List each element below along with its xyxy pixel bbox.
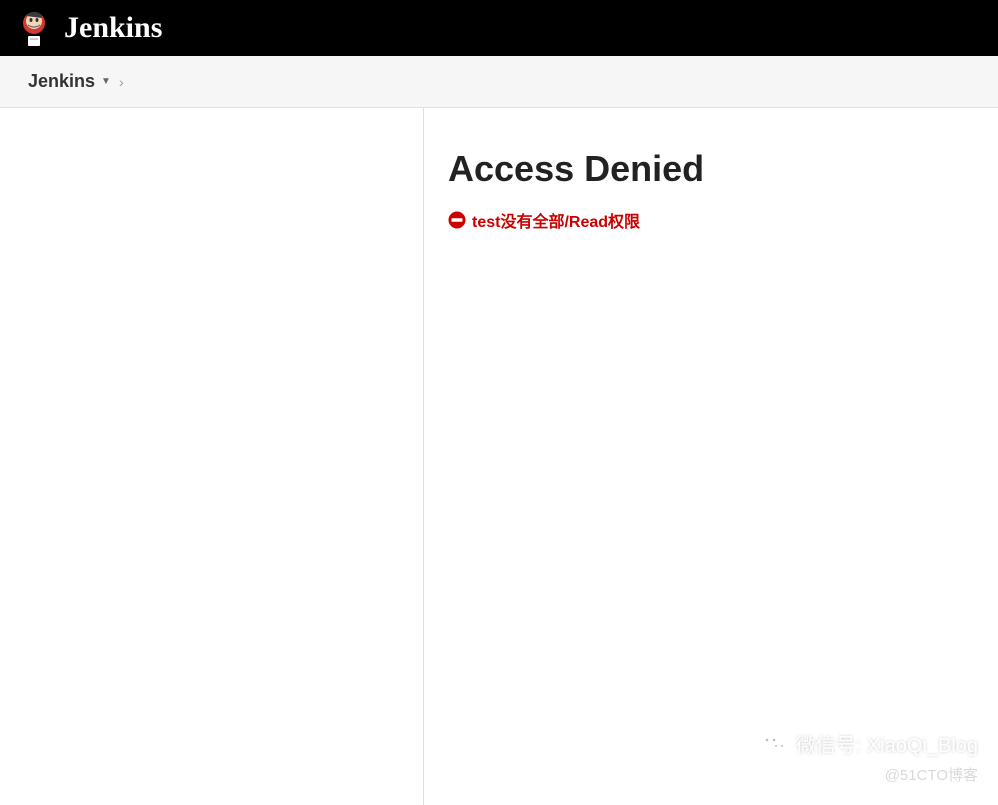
error-message-row: test没有全部/Read权限 [448, 208, 978, 232]
main-panel: Access Denied test没有全部/Read权限 [424, 108, 998, 805]
sidebar [0, 108, 424, 805]
watermark: 微信号: XiaoQi_Blog @51CTO博客 [760, 729, 978, 785]
watermark-text-1: 微信号: XiaoQi_Blog [796, 729, 978, 758]
wechat-icon [760, 732, 788, 756]
watermark-text-2: @51CTO博客 [885, 764, 978, 785]
error-text: test没有全部/Read权限 [472, 208, 640, 232]
breadcrumb-root[interactable]: Jenkins ▼ [28, 71, 111, 92]
no-entry-icon [448, 211, 466, 229]
content-area: Access Denied test没有全部/Read权限 [0, 108, 998, 805]
page-title: Access Denied [448, 148, 978, 190]
breadcrumb-bar: Jenkins ▼ › [0, 56, 998, 108]
header-bar: Jenkins [0, 0, 998, 56]
brand-link[interactable]: Jenkins [16, 8, 162, 48]
breadcrumb-label: Jenkins [28, 71, 95, 92]
brand-name: Jenkins [64, 11, 162, 45]
watermark-line1: 微信号: XiaoQi_Blog [760, 729, 978, 758]
chevron-down-icon: ▼ [101, 76, 111, 87]
jenkins-logo-icon [16, 8, 52, 48]
breadcrumb-separator-icon: › [119, 74, 124, 90]
